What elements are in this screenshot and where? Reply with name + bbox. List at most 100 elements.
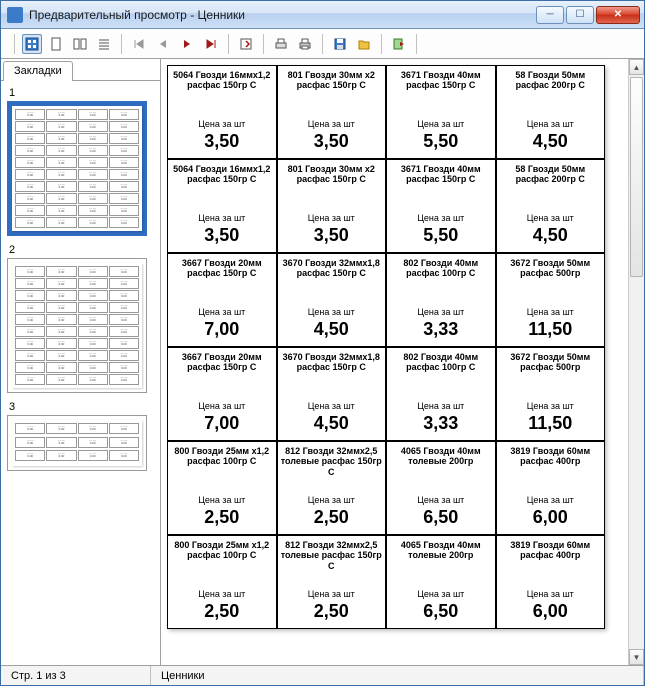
prev-page-button[interactable] [153,34,173,54]
first-page-button[interactable] [129,34,149,54]
tag-unit-label: Цена за шт [171,589,273,599]
tag-description: 3667 Гвозди 20мм расфас 150гр С [171,258,273,279]
price-tag: 4065 Гвозди 40мм толевые 200гр Цена за шт… [386,535,496,629]
tag-description: 3670 Гвозди 32ммх1,8 расфас 150гр С [281,258,383,279]
tab-bookmarks[interactable]: Закладки [3,61,73,81]
tag-unit-label: Цена за шт [500,495,602,505]
scroll-down-button[interactable]: ▼ [629,649,644,665]
page-thumbnail[interactable]: — —0.00— —0.00— —0.00— —0.00— —0.00— —0.… [7,415,147,471]
tag-unit-label: Цена за шт [281,495,383,505]
tag-description: 3819 Гвозди 60мм расфас 400гр [500,540,602,561]
separator [121,34,122,54]
minimize-button[interactable]: ─ [536,6,564,24]
tag-description: 3671 Гвозди 40мм расфас 150гр С [390,70,492,91]
tag-price: 2,50 [171,507,273,528]
vertical-scrollbar[interactable]: ▲ ▼ [628,59,644,665]
page-thumbnail[interactable]: — —0.00— —0.00— —0.00— —0.00— —0.00— —0.… [7,101,147,236]
tag-description: 802 Гвозди 40мм расфас 100гр С [390,258,492,279]
tag-price: 6,00 [500,601,602,622]
tag-unit-label: Цена за шт [500,119,602,129]
tag-unit-label: Цена за шт [281,589,383,599]
statusbar: Стр. 1 из 3 Ценники [1,665,644,685]
close-button[interactable]: ✕ [596,6,640,24]
tag-description: 4065 Гвозди 40мм толевые 200гр [390,540,492,561]
last-page-button[interactable] [201,34,221,54]
tag-unit-label: Цена за шт [500,307,602,317]
tag-unit-label: Цена за шт [281,401,383,411]
tag-price: 6,50 [390,601,492,622]
tag-unit-label: Цена за шт [390,213,492,223]
tag-price: 5,50 [390,225,492,246]
tag-price: 3,50 [281,131,383,152]
price-tag: 3667 Гвозди 20мм расфас 150гр С Цена за ш… [167,253,277,347]
toolbar [1,29,644,59]
price-tag: 3670 Гвозди 32ммх1,8 расфас 150гр С Цена … [277,253,387,347]
separator [263,34,264,54]
status-doc: Ценники [151,666,644,685]
price-tag: 3671 Гвозди 40мм расфас 150гр СЦена за ш… [386,65,496,159]
two-page-button[interactable] [70,34,90,54]
price-tag: 812 Гвозди 32ммх2,5 толевые расфас 150гр… [277,441,387,535]
save-button[interactable] [330,34,350,54]
tag-unit-label: Цена за шт [281,119,383,129]
tag-price: 11,50 [500,319,602,340]
tag-price: 3,50 [171,131,273,152]
price-tag: 3667 Гвозди 20мм расфас 150гр С Цена за ш… [167,347,277,441]
tag-unit-label: Цена за шт [390,495,492,505]
scroll-up-button[interactable]: ▲ [629,59,644,75]
tag-description: 3672 Гвозди 50мм расфас 500гр [500,352,602,373]
tag-unit-label: Цена за шт [500,213,602,223]
tag-price: 4,50 [281,413,383,434]
export-button[interactable] [389,34,409,54]
tag-unit-label: Цена за шт [171,401,273,411]
separator [381,34,382,54]
price-tag: 801 Гвозди 30мм х2 расфас 150гр СЦена за… [277,65,387,159]
tag-unit-label: Цена за шт [171,307,273,317]
tag-price: 3,50 [281,225,383,246]
next-page-button[interactable] [177,34,197,54]
sidebar-tabs: Закладки [1,59,160,81]
tag-description: 4065 Гвозди 40мм толевые 200гр [390,446,492,467]
price-tag: 812 Гвозди 32ммх2,5 толевые расфас 150гр… [277,535,387,629]
tag-description: 3819 Гвозди 60мм расфас 400гр [500,446,602,467]
tag-unit-label: Цена за шт [281,307,383,317]
tag-unit-label: Цена за шт [171,495,273,505]
tag-price: 6,00 [500,507,602,528]
tag-unit-label: Цена за шт [500,401,602,411]
tag-unit-label: Цена за шт [390,307,492,317]
tag-unit-label: Цена за шт [281,213,383,223]
tag-price: 7,00 [171,413,273,434]
tag-description: 801 Гвозди 30мм х2 расфас 150гр С [281,164,383,185]
print-button[interactable] [295,34,315,54]
price-tag: 3672 Гвозди 50мм расфас 500гр Цена за шт 1… [496,253,606,347]
status-page: Стр. 1 из 3 [1,666,151,685]
tag-price: 3,33 [390,413,492,434]
tag-unit-label: Цена за шт [390,589,492,599]
price-tag-page: 5064 Гвозди 16ммх1,2 расфас 150гр С Цена … [167,65,605,629]
thumbnails-view-button[interactable] [22,34,42,54]
maximize-button[interactable]: ☐ [566,6,594,24]
price-tag: 4065 Гвозди 40мм толевые 200гр Цена за шт… [386,441,496,535]
tag-description: 5064 Гвозди 16ммх1,2 расфас 150гр С [171,164,273,185]
open-button[interactable] [354,34,374,54]
tag-description: 3672 Гвозди 50мм расфас 500гр [500,258,602,279]
multi-page-button[interactable] [94,34,114,54]
tag-description: 3667 Гвозди 20мм расфас 150гр С [171,352,273,373]
single-page-button[interactable] [46,34,66,54]
tag-price: 4,50 [281,319,383,340]
tag-price: 2,50 [171,601,273,622]
preview-pane[interactable]: 5064 Гвозди 16ммх1,2 расфас 150гр С Цена … [161,59,644,665]
price-tag: 3670 Гвозди 32ммх1,8 расфас 150гр СЦена … [277,347,387,441]
scroll-thumb[interactable] [630,77,643,277]
goto-page-button[interactable] [236,34,256,54]
separator [416,34,417,54]
price-tag: 802 Гвозди 40мм расфас 100гр СЦена за шт… [386,347,496,441]
page-thumbnail[interactable]: — —0.00— —0.00— —0.00— —0.00— —0.00— —0.… [7,258,147,393]
tag-price: 2,50 [281,507,383,528]
price-tag: 3672 Гвозди 50мм расфас 500грЦена за шт1… [496,347,606,441]
price-tag: 3819 Гвозди 60мм расфас 400гр Цена за шт 6… [496,441,606,535]
tag-description: 802 Гвозди 40мм расфас 100гр С [390,352,492,373]
price-tag: 800 Гвозди 25мм х1,2 расфас 100гр СЦена … [167,535,277,629]
page-setup-button[interactable] [271,34,291,54]
tag-price: 4,50 [500,131,602,152]
